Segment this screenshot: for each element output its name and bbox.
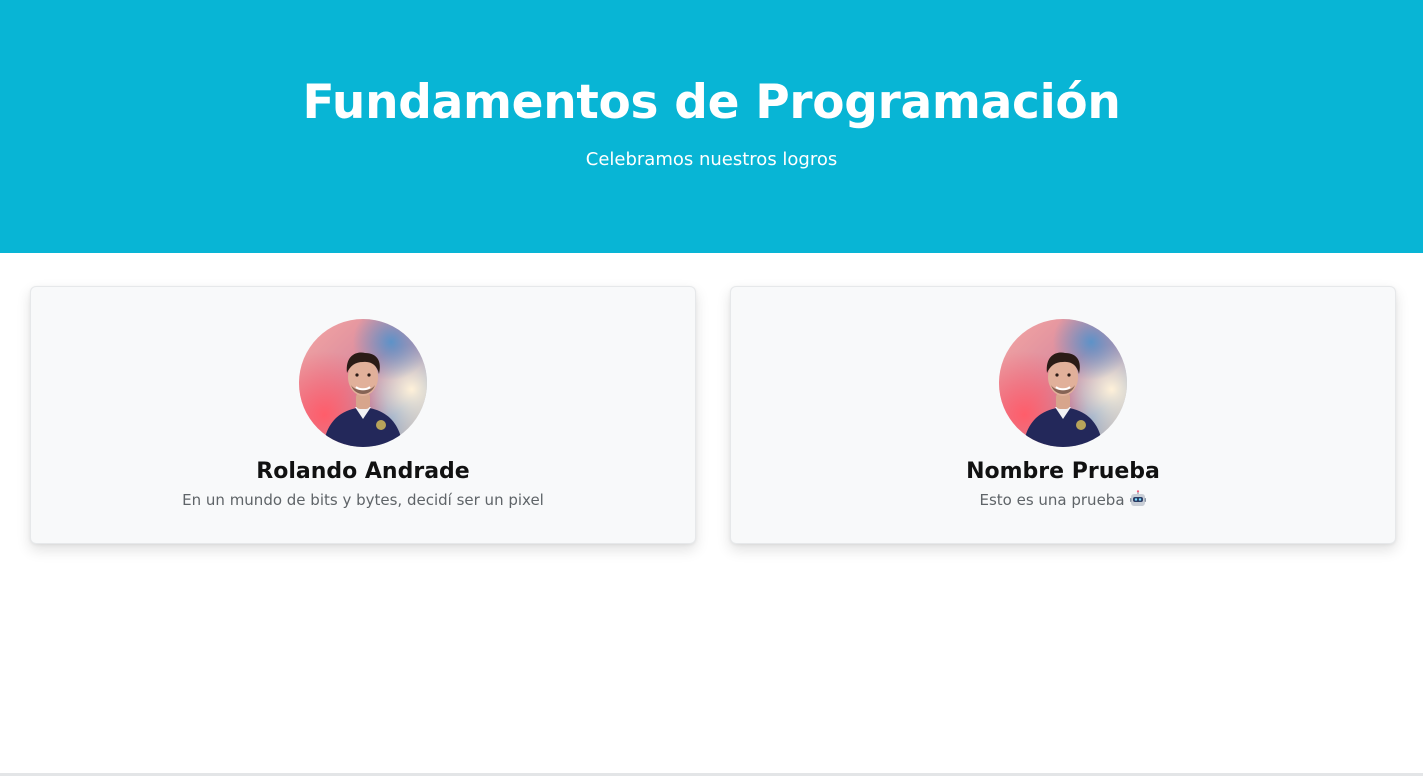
page-title: Fundamentos de Programación: [302, 75, 1121, 130]
student-card: Nombre Prueba Esto es una prueba: [730, 286, 1396, 544]
profile-photo: [999, 319, 1127, 447]
page-bottom-border: [0, 773, 1423, 776]
student-quote-text: Esto es una prueba: [979, 491, 1125, 509]
student-quote: Esto es una prueba: [731, 489, 1395, 514]
page-subtitle: Celebramos nuestros logros: [585, 149, 838, 170]
hero-banner: Fundamentos de Programación Celebramos n…: [0, 0, 1423, 253]
student-card: Rolando Andrade En un mundo de bits y by…: [30, 286, 696, 544]
avatar: [999, 319, 1127, 447]
page: Fundamentos de Programación Celebramos n…: [0, 0, 1423, 779]
student-name: Nombre Prueba: [966, 459, 1160, 484]
profile-photo: [299, 319, 427, 447]
avatar: [299, 319, 427, 447]
student-name: Rolando Andrade: [256, 459, 470, 484]
robot-face-icon: [1129, 490, 1147, 514]
student-quote: En un mundo de bits y bytes, decidí ser …: [182, 491, 544, 509]
